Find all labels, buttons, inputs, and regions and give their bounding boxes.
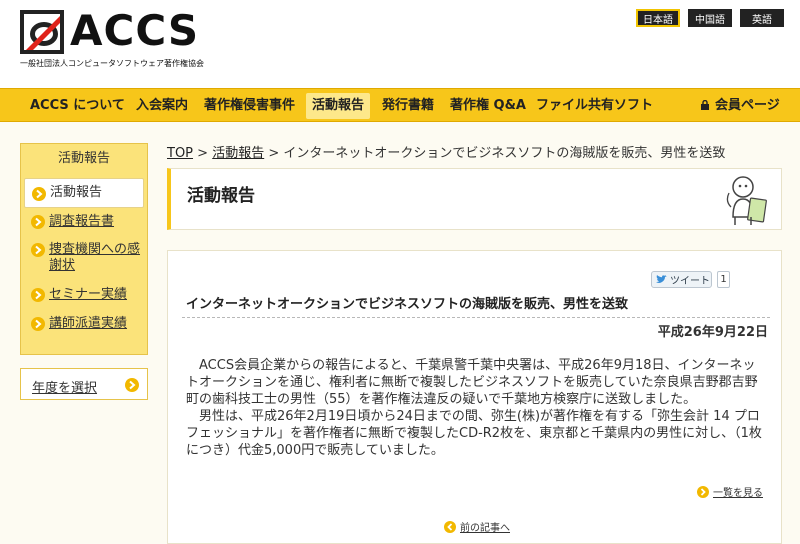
tweet-label: ツイート bbox=[670, 276, 710, 287]
breadcrumb-separator: > bbox=[268, 146, 280, 161]
nav-publications[interactable]: 発行書籍 bbox=[376, 93, 440, 119]
lang-chinese-button[interactable]: 中国語 bbox=[688, 9, 732, 27]
tweet-count: 1 bbox=[717, 271, 730, 288]
nav-copyright-qa[interactable]: 著作権 Q&A bbox=[444, 93, 532, 119]
back-to-list-link[interactable]: 一覧を見る bbox=[697, 484, 763, 499]
nav-infringement-cases[interactable]: 著作権侵害事件 bbox=[198, 93, 301, 119]
arrow-right-icon bbox=[31, 317, 45, 331]
twitter-bird-icon bbox=[656, 275, 667, 283]
divider bbox=[182, 317, 770, 318]
sidebar-item-label: 講師派遣実績 bbox=[49, 316, 128, 331]
article-heading: インターネットオークションでビジネスソフトの海賊版を販売、男性を送致 bbox=[186, 297, 629, 312]
main-nav: ACCS について 入会案内 著作権侵害事件 活動報告 発行書籍 著作権 Q&A… bbox=[0, 88, 800, 122]
year-select-label: 年度を選択 bbox=[32, 381, 98, 396]
sidebar-item-survey-report[interactable]: 調査報告書 bbox=[24, 214, 144, 230]
lang-english-button[interactable]: 英語 bbox=[740, 9, 784, 27]
arrow-right-icon bbox=[31, 215, 45, 229]
breadcrumb-section-link[interactable]: 活動報告 bbox=[212, 146, 264, 161]
lang-japanese-button[interactable]: 日本語 bbox=[636, 9, 680, 27]
arrow-right-icon bbox=[31, 243, 45, 257]
sidebar-item-seminar-results[interactable]: セミナー実績 bbox=[24, 287, 144, 303]
logo-subtitle: 一般社団法人コンピュータソフトウェア著作権協会 bbox=[20, 59, 204, 68]
member-page-label: 会員ページ bbox=[715, 98, 780, 113]
page-title-box: 活動報告 bbox=[167, 168, 782, 230]
arrow-right-icon bbox=[125, 378, 139, 392]
nav-file-sharing[interactable]: ファイル共有ソフト bbox=[530, 93, 659, 119]
back-to-list-label: 一覧を見る bbox=[713, 488, 763, 499]
arrow-right-icon bbox=[32, 187, 46, 201]
article: ツイート 1 インターネットオークションでビジネスソフトの海賊版を販売、男性を送… bbox=[167, 250, 782, 544]
breadcrumb-current: インターネットオークションでビジネスソフトの海賊版を販売、男性を送致 bbox=[283, 146, 726, 161]
breadcrumb-top-link[interactable]: TOP bbox=[167, 146, 193, 161]
nav-about[interactable]: ACCS について bbox=[24, 93, 131, 119]
sidebar-item-appreciation-letters[interactable]: 捜査機関への感謝状 bbox=[24, 242, 144, 274]
sidebar-item-label: 調査報告書 bbox=[49, 214, 115, 229]
arrow-left-icon bbox=[444, 520, 456, 533]
sidebar-title: 活動報告 bbox=[57, 151, 110, 166]
lock-icon bbox=[701, 100, 709, 110]
page-title: 活動報告 bbox=[187, 186, 255, 206]
arrow-right-icon bbox=[697, 485, 709, 498]
nav-activity-report[interactable]: 活動報告 bbox=[306, 93, 371, 119]
sidebar-item-label: 活動報告 bbox=[50, 185, 103, 200]
logo-mark-icon bbox=[20, 10, 64, 54]
arrow-right-icon bbox=[31, 288, 45, 302]
site-header: ACCS 一般社団法人コンピュータソフトウェア著作権協会 日本語 中国語 英語 bbox=[0, 0, 800, 88]
breadcrumb-separator: > bbox=[197, 146, 209, 161]
mascot-illustration-icon bbox=[726, 176, 767, 225]
sidebar-item-label: 捜査機関への感謝状 bbox=[49, 242, 141, 273]
accs-logo[interactable]: ACCS 一般社団法人コンピュータソフトウェア著作権協会 bbox=[20, 6, 204, 68]
tweet-button[interactable]: ツイート bbox=[651, 271, 712, 288]
sidebar-item-activity-report[interactable]: 活動報告 bbox=[24, 178, 144, 208]
previous-article-link[interactable]: 前の記事へ bbox=[444, 519, 510, 534]
previous-article-label: 前の記事へ bbox=[460, 523, 510, 534]
sidebar: 活動報告 活動報告 調査報告書 捜査機関への感謝状 セミナー実績 講師派遣実績 bbox=[20, 143, 148, 355]
logo-text: ACCS bbox=[70, 6, 200, 55]
article-date: 平成26年9月22日 bbox=[657, 325, 768, 340]
nav-membership[interactable]: 入会案内 bbox=[130, 93, 194, 119]
article-body: ACCS会員企業からの報告によると、千葉県警千葉中央署は、平成26年9月18日、… bbox=[186, 357, 766, 459]
sidebar-item-lecturer-dispatch[interactable]: 講師派遣実績 bbox=[24, 316, 144, 332]
article-paragraph: 男性は、平成26年2月19日頃から24日までの間、弥生(株)が著作権を有する「弥… bbox=[186, 409, 762, 458]
breadcrumb: TOP > 活動報告 > インターネットオークションでビジネスソフトの海賊版を販… bbox=[167, 142, 725, 161]
year-select-button[interactable]: 年度を選択 bbox=[20, 368, 148, 400]
sidebar-item-label: セミナー実績 bbox=[49, 287, 128, 302]
nav-member-page[interactable]: 会員ページ bbox=[694, 93, 786, 119]
article-paragraph: ACCS会員企業からの報告によると、千葉県警千葉中央署は、平成26年9月18日、… bbox=[186, 358, 758, 407]
